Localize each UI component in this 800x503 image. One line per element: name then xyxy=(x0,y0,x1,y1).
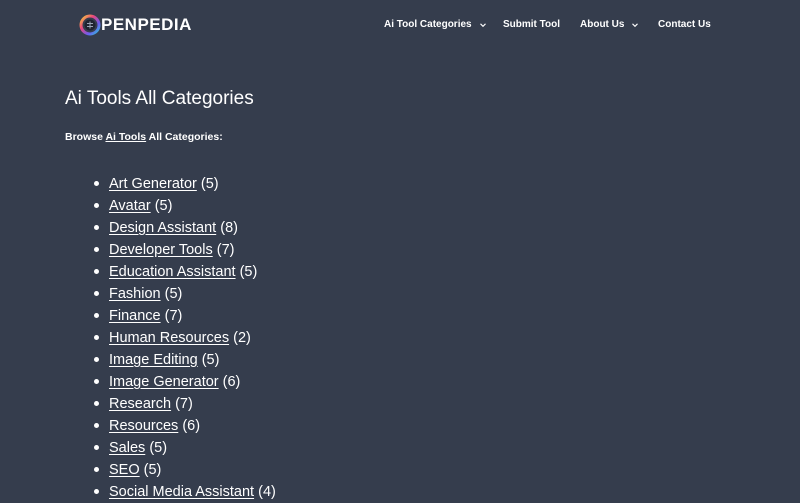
category-link-developer-tools[interactable]: Developer Tools xyxy=(109,242,213,258)
category-count: (4) xyxy=(258,484,276,500)
bullet-icon xyxy=(94,203,99,208)
category-link-social-media-assistant[interactable]: Social Media Assistant xyxy=(109,484,254,500)
bullet-icon xyxy=(94,401,99,406)
nav-ai-tool-categories-label: Ai Tool Categories xyxy=(384,19,472,30)
category-link-image-editing[interactable]: Image Editing xyxy=(109,352,198,368)
nav-about-us[interactable]: About Us xyxy=(580,16,639,34)
category-count: (2) xyxy=(233,330,251,346)
nav-contact-us[interactable]: Contact Us xyxy=(658,16,711,34)
intro-text: Browse Ai Tools All Categories: xyxy=(65,129,223,145)
category-count: (5) xyxy=(201,352,220,368)
bullet-icon xyxy=(94,467,99,472)
nav-submit-tool-label: Submit Tool xyxy=(503,19,561,30)
category-link-avatar[interactable]: Avatar xyxy=(109,198,151,214)
category-count: (7) xyxy=(216,242,235,258)
chevron-down-icon xyxy=(632,23,639,28)
category-count: (5) xyxy=(164,286,183,302)
category-link-resources[interactable]: Resources xyxy=(109,418,178,434)
category-link-research[interactable]: Research xyxy=(109,396,171,412)
site-header: PENPEDIA Ai Tool Categories Submit Tool … xyxy=(0,0,800,50)
category-item: Research (7) xyxy=(90,393,276,415)
bullet-icon xyxy=(94,379,99,384)
intro-before: Browse xyxy=(65,131,106,143)
bullet-icon xyxy=(94,269,99,274)
category-item: Finance (7) xyxy=(90,305,276,327)
nav-submit-tool[interactable]: Submit Tool xyxy=(503,16,560,34)
category-count: (8) xyxy=(220,220,238,236)
category-item: Art Generator (5) xyxy=(90,173,276,195)
category-item: Sales (5) xyxy=(90,437,276,459)
category-link-fashion[interactable]: Fashion xyxy=(109,286,161,302)
nav-contact-us-label: Contact Us xyxy=(658,19,711,30)
category-link-seo[interactable]: SEO xyxy=(109,462,140,478)
category-link-sales[interactable]: Sales xyxy=(109,440,145,456)
category-count: (7) xyxy=(175,396,193,412)
category-item: Fashion (5) xyxy=(90,283,276,305)
bullet-icon xyxy=(94,423,99,428)
category-item: Resources (6) xyxy=(90,415,276,437)
category-list: Art Generator (5) Avatar (5) Design Assi… xyxy=(90,173,276,503)
page-title: Ai Tools All Categories xyxy=(65,88,254,109)
category-item: Image Editing (5) xyxy=(90,349,276,371)
bullet-icon xyxy=(94,181,99,186)
category-count: (5) xyxy=(149,440,168,456)
main-nav: Ai Tool Categories Submit Tool About Us … xyxy=(0,16,800,34)
chevron-down-icon xyxy=(479,23,486,28)
category-link-education-assistant[interactable]: Education Assistant xyxy=(109,264,236,280)
category-link-human-resources[interactable]: Human Resources xyxy=(109,330,229,346)
bullet-icon xyxy=(94,335,99,340)
category-count: (5) xyxy=(239,264,258,280)
nav-ai-tool-categories[interactable]: Ai Tool Categories xyxy=(384,16,487,34)
category-item: Design Assistant (8) xyxy=(90,217,276,239)
category-item: SEO (5) xyxy=(90,459,276,481)
category-link-image-generator[interactable]: Image Generator xyxy=(109,374,219,390)
category-item: Education Assistant (5) xyxy=(90,261,276,283)
category-count: (7) xyxy=(164,308,183,324)
nav-about-us-label: About Us xyxy=(580,19,625,30)
category-item: Avatar (5) xyxy=(90,195,276,217)
category-item: Developer Tools (7) xyxy=(90,239,276,261)
category-count: (5) xyxy=(200,176,219,192)
bullet-icon xyxy=(94,291,99,296)
bullet-icon xyxy=(94,225,99,230)
intro-after: All Categories: xyxy=(146,131,223,143)
category-count: (5) xyxy=(154,198,173,214)
category-count: (6) xyxy=(182,418,201,434)
category-item: Image Generator (6) xyxy=(90,371,276,393)
ai-tools-link[interactable]: Ai Tools xyxy=(105,131,146,143)
category-count: (5) xyxy=(143,462,162,478)
bullet-icon xyxy=(94,489,99,494)
category-count: (6) xyxy=(222,374,241,390)
category-link-finance[interactable]: Finance xyxy=(109,308,161,324)
bullet-icon xyxy=(94,247,99,252)
bullet-icon xyxy=(94,357,99,362)
category-item: Human Resources (2) xyxy=(90,327,276,349)
category-link-art-generator[interactable]: Art Generator xyxy=(109,176,197,192)
category-link-design-assistant[interactable]: Design Assistant xyxy=(109,220,216,236)
bullet-icon xyxy=(94,313,99,318)
bullet-icon xyxy=(94,445,99,450)
